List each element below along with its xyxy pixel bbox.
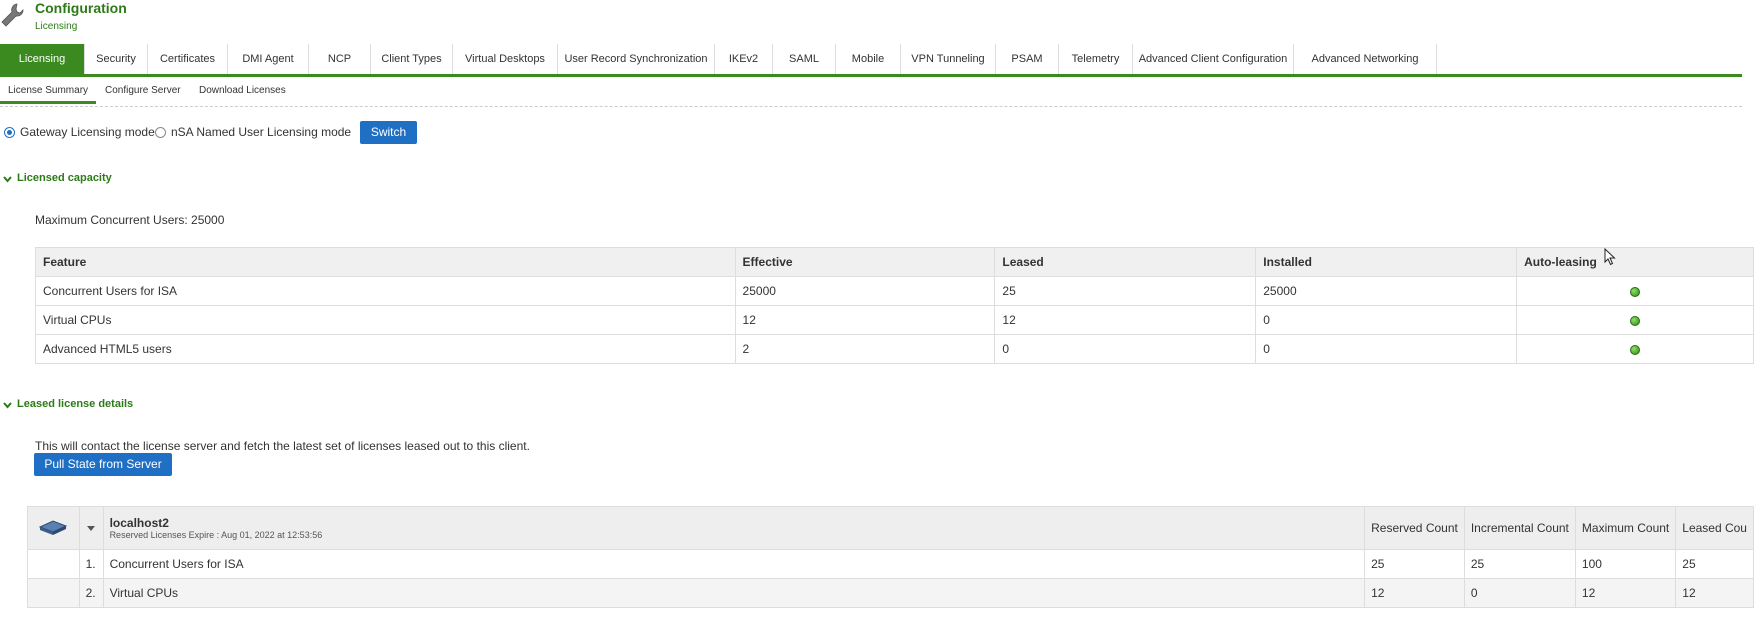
leased-cell: 12 [1675, 578, 1754, 608]
pull-state-description: This will contact the license server and… [35, 439, 530, 453]
tab-security[interactable]: Security [85, 44, 148, 74]
licensed-capacity-table: Feature Effective Leased Installed Auto-… [35, 247, 1754, 364]
caret-down-icon [87, 526, 96, 531]
table-row: Advanced HTML5 users 2 0 0 [35, 334, 1754, 364]
server-info-cell: localhost2 Reserved Licenses Expire : Au… [102, 506, 1366, 550]
tab-psam[interactable]: PSAM [996, 44, 1059, 74]
feature-cell: Concurrent Users for ISA [102, 549, 1366, 579]
tab-certificates[interactable]: Certificates [148, 44, 228, 74]
incremental-cell: 0 [1463, 578, 1576, 608]
maximum-cell: 12 [1574, 578, 1677, 608]
auto-leasing-cell [1516, 276, 1754, 306]
page-subtitle: Licensing [35, 21, 78, 32]
column-header-reserved-count: Reserved Count [1364, 506, 1465, 550]
nsa-mode-label: nSA Named User Licensing mode [171, 125, 352, 139]
tab-saml[interactable]: SAML [773, 44, 836, 74]
gateway-mode-label: Gateway Licensing mode [20, 125, 155, 139]
row-index: 2. [78, 578, 104, 608]
installed-cell: 25000 [1255, 276, 1518, 306]
expand-toggle[interactable] [78, 506, 104, 550]
server-icon-cell [27, 506, 80, 550]
column-header-maximum-count: Maximum Count [1574, 506, 1677, 550]
status-enabled-icon [1630, 286, 1641, 297]
reserved-cell: 25 [1364, 549, 1465, 579]
server-header-row: localhost2 Reserved Licenses Expire : Au… [27, 506, 1754, 550]
tab-telemetry[interactable]: Telemetry [1059, 44, 1133, 74]
feature-cell: Advanced HTML5 users [35, 334, 736, 364]
effective-cell: 25000 [734, 276, 996, 306]
page-title: Configuration [35, 0, 127, 16]
effective-cell: 12 [734, 305, 996, 335]
server-icon [38, 519, 68, 539]
installed-cell: 0 [1255, 334, 1518, 364]
column-header-incremental-count: Incremental Count [1463, 506, 1576, 550]
table-row: 2. Virtual CPUs 12 0 12 12 [27, 578, 1754, 608]
tab-user-record-synchronization[interactable]: User Record Synchronization [558, 44, 715, 74]
leased-cell: 12 [994, 305, 1257, 335]
maximum-cell: 100 [1574, 549, 1677, 579]
column-header-leased-count: Leased Cou [1675, 506, 1754, 550]
incremental-cell: 25 [1463, 549, 1576, 579]
tab-dmi-agent[interactable]: DMI Agent [228, 44, 309, 74]
tab-client-types[interactable]: Client Types [371, 44, 453, 74]
column-header-auto-leasing: Auto-leasing [1516, 247, 1754, 277]
table-row: Concurrent Users for ISA 25000 25 25000 [35, 276, 1754, 306]
effective-cell: 2 [734, 334, 996, 364]
tab-ncp[interactable]: NCP [309, 44, 371, 74]
nsa-mode-radio[interactable] [155, 127, 166, 138]
status-enabled-icon [1630, 344, 1641, 355]
leased-cell: 0 [994, 334, 1257, 364]
switch-button[interactable]: Switch [360, 121, 417, 144]
tab-ikev2[interactable]: IKEv2 [715, 44, 773, 74]
subtab-license-summary[interactable]: License Summary [0, 85, 97, 104]
gateway-mode-radio[interactable] [4, 127, 15, 138]
column-header-effective: Effective [734, 247, 996, 277]
tab-mobile[interactable]: Mobile [836, 44, 901, 74]
max-concurrent-users-text: Maximum Concurrent Users: 25000 [35, 213, 225, 227]
feature-cell: Concurrent Users for ISA [35, 276, 736, 306]
chevron-down-icon[interactable] [3, 173, 12, 183]
row-spacer [27, 578, 80, 608]
table-header-row: Feature Effective Leased Installed Auto-… [35, 247, 1754, 277]
table-row: Virtual CPUs 12 12 0 [35, 305, 1754, 335]
row-index: 1. [78, 549, 104, 579]
subtab-bar: License Summary Configure Server Downloa… [0, 78, 1742, 107]
tab-advanced-networking[interactable]: Advanced Networking [1294, 44, 1437, 74]
reserved-expire-text: Reserved Licenses Expire : Aug 01, 2022 … [109, 530, 323, 540]
subtab-configure-server[interactable]: Configure Server [105, 85, 181, 96]
installed-cell: 0 [1255, 305, 1518, 335]
licensed-capacity-heading[interactable]: Licensed capacity [17, 172, 112, 184]
tab-advanced-client-configuration[interactable]: Advanced Client Configuration [1133, 44, 1294, 74]
leased-license-table: localhost2 Reserved Licenses Expire : Au… [27, 506, 1754, 608]
tab-virtual-desktops[interactable]: Virtual Desktops [453, 44, 558, 74]
leased-license-details-heading[interactable]: Leased license details [17, 398, 133, 410]
feature-cell: Virtual CPUs [102, 578, 1366, 608]
tab-vpn-tunneling[interactable]: VPN Tunneling [901, 44, 996, 74]
mouse-pointer-icon [1604, 247, 1616, 269]
row-spacer [27, 549, 80, 579]
column-header-installed: Installed [1255, 247, 1518, 277]
pull-state-button[interactable]: Pull State from Server [34, 453, 172, 476]
auto-leasing-cell [1516, 305, 1754, 335]
reserved-cell: 12 [1364, 578, 1465, 608]
wrench-icon [0, 2, 24, 28]
chevron-down-icon[interactable] [3, 399, 12, 409]
table-row: 1. Concurrent Users for ISA 25 25 100 25 [27, 549, 1754, 579]
status-enabled-icon [1630, 315, 1641, 326]
leased-cell: 25 [1675, 549, 1754, 579]
main-tab-bar: Licensing Security Certificates DMI Agen… [0, 44, 1742, 77]
column-header-leased: Leased [994, 247, 1257, 277]
feature-cell: Virtual CPUs [35, 305, 736, 335]
tab-licensing[interactable]: Licensing [0, 44, 85, 74]
server-name: localhost2 [109, 516, 169, 530]
auto-leasing-cell [1516, 334, 1754, 364]
subtab-download-licenses[interactable]: Download Licenses [199, 85, 286, 96]
column-header-feature: Feature [35, 247, 736, 277]
leased-cell: 25 [994, 276, 1257, 306]
